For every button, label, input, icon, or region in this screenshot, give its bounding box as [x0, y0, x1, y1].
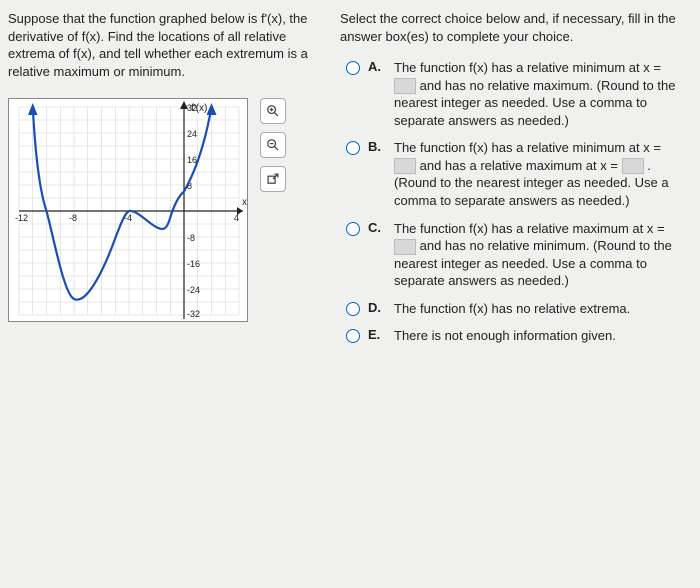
popout-button[interactable] — [260, 166, 286, 192]
choice-b-text: The function f(x) has a relative minimum… — [394, 139, 680, 209]
radio-e[interactable] — [346, 329, 360, 343]
xtick: -12 — [15, 213, 28, 223]
curve-right-arrow — [207, 103, 217, 115]
ytick: 24 — [187, 129, 197, 139]
instructions-text: Select the correct choice below and, if … — [340, 10, 680, 45]
ytick: -8 — [187, 233, 195, 243]
choice-a-text: The function f(x) has a relative minimum… — [394, 59, 680, 129]
xtick: -8 — [69, 213, 77, 223]
choice-d[interactable]: D. The function f(x) has no relative ext… — [346, 300, 680, 318]
answer-box-c[interactable] — [394, 239, 416, 255]
choice-d-label: D. — [368, 300, 386, 315]
zoom-in-button[interactable] — [260, 98, 286, 124]
radio-d[interactable] — [346, 302, 360, 316]
ytick: -32 — [187, 309, 200, 319]
ytick: -16 — [187, 259, 200, 269]
graph-container: -12 -8 -4 4 32 24 16 8 -8 -16 -24 -32 f'… — [8, 98, 328, 322]
radio-b[interactable] — [346, 141, 360, 155]
zoom-out-button[interactable] — [260, 132, 286, 158]
curve-left-arrow — [28, 103, 38, 115]
answer-box-b2[interactable] — [622, 158, 644, 174]
ytick: 16 — [187, 155, 197, 165]
x-axis-label: x — [242, 197, 247, 208]
radio-c[interactable] — [346, 222, 360, 236]
choice-d-text: The function f(x) has no relative extrem… — [394, 300, 680, 318]
choice-c-text: The function f(x) has a relative maximum… — [394, 220, 680, 290]
choice-b[interactable]: B. The function f(x) has a relative mini… — [346, 139, 680, 209]
choice-c[interactable]: C. The function f(x) has a relative maxi… — [346, 220, 680, 290]
question-text: Suppose that the function graphed below … — [8, 10, 328, 80]
ytick: -24 — [187, 285, 200, 295]
choice-e[interactable]: E. There is not enough information given… — [346, 327, 680, 345]
choice-e-label: E. — [368, 327, 386, 342]
answer-box-a[interactable] — [394, 78, 416, 94]
choice-c-label: C. — [368, 220, 386, 235]
choice-b-label: B. — [368, 139, 386, 154]
choice-a[interactable]: A. The function f(x) has a relative mini… — [346, 59, 680, 129]
answer-box-b1[interactable] — [394, 158, 416, 174]
radio-a[interactable] — [346, 61, 360, 75]
choice-e-text: There is not enough information given. — [394, 327, 680, 345]
fprime-curve — [33, 107, 212, 300]
xtick: 4 — [234, 213, 239, 223]
choice-a-label: A. — [368, 59, 386, 74]
graph-plot: -12 -8 -4 4 32 24 16 8 -8 -16 -24 -32 f'… — [8, 98, 248, 322]
y-axis-label: f'(x) — [191, 103, 207, 114]
